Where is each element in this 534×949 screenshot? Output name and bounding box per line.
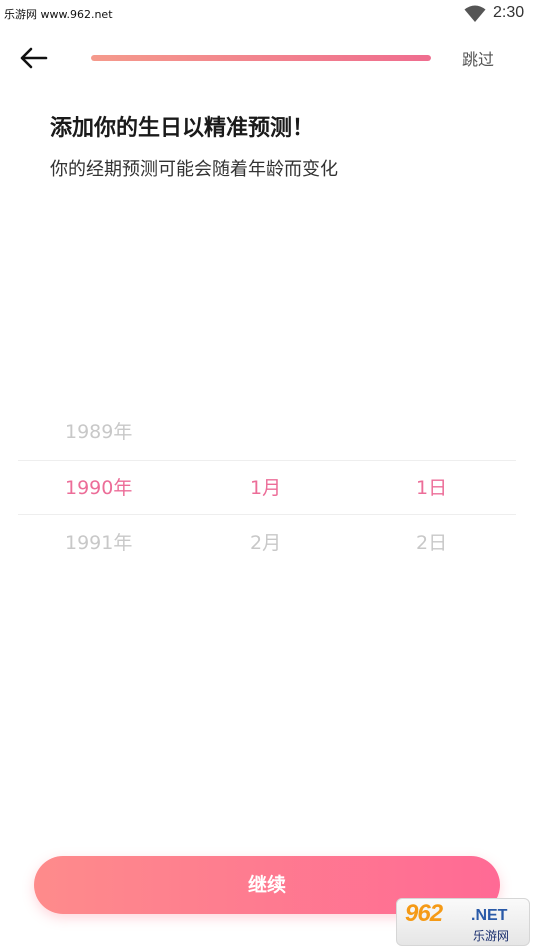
status-watermark: 乐游网 www.962.net — [4, 8, 113, 21]
status-time: 2:30 — [493, 4, 525, 21]
logo-main-text: 962 — [405, 900, 443, 927]
logo-net-text: .NET — [471, 907, 508, 924]
status-bar: 乐游网 www.962.net 2:30 — [0, 0, 534, 28]
picker-row-next[interactable]: 1991年 2月 2日 — [18, 516, 516, 571]
watermark-logo: 962 .NET 乐游网 — [396, 898, 530, 946]
page-subtitle: 你的经期预测可能会随着年龄而变化 — [50, 159, 338, 180]
selected-year[interactable]: 1990年 — [65, 461, 132, 516]
back-button[interactable] — [16, 42, 50, 74]
back-arrow-icon — [20, 47, 48, 69]
progress-bar — [91, 55, 431, 61]
selected-day[interactable]: 1日 — [416, 461, 447, 516]
logo-sub-text: 乐游网 — [473, 929, 510, 943]
birthday-picker[interactable]: 1989年 1990年 1月 1日 1991年 2月 2日 — [18, 405, 516, 571]
skip-button[interactable]: 跳过 — [462, 46, 494, 70]
year-option[interactable]: 1991年 — [65, 516, 132, 571]
picker-row-previous[interactable]: 1989年 — [18, 405, 516, 460]
progress-fill — [91, 55, 431, 61]
month-option[interactable]: 2月 — [250, 516, 281, 571]
picker-row-selected[interactable]: 1990年 1月 1日 — [18, 460, 516, 515]
wifi-icon — [464, 5, 486, 22]
selected-month[interactable]: 1月 — [250, 461, 281, 516]
day-option[interactable]: 2日 — [416, 516, 447, 571]
year-option[interactable]: 1989年 — [65, 405, 132, 460]
page-title: 添加你的生日以精准预测！ — [50, 116, 315, 141]
